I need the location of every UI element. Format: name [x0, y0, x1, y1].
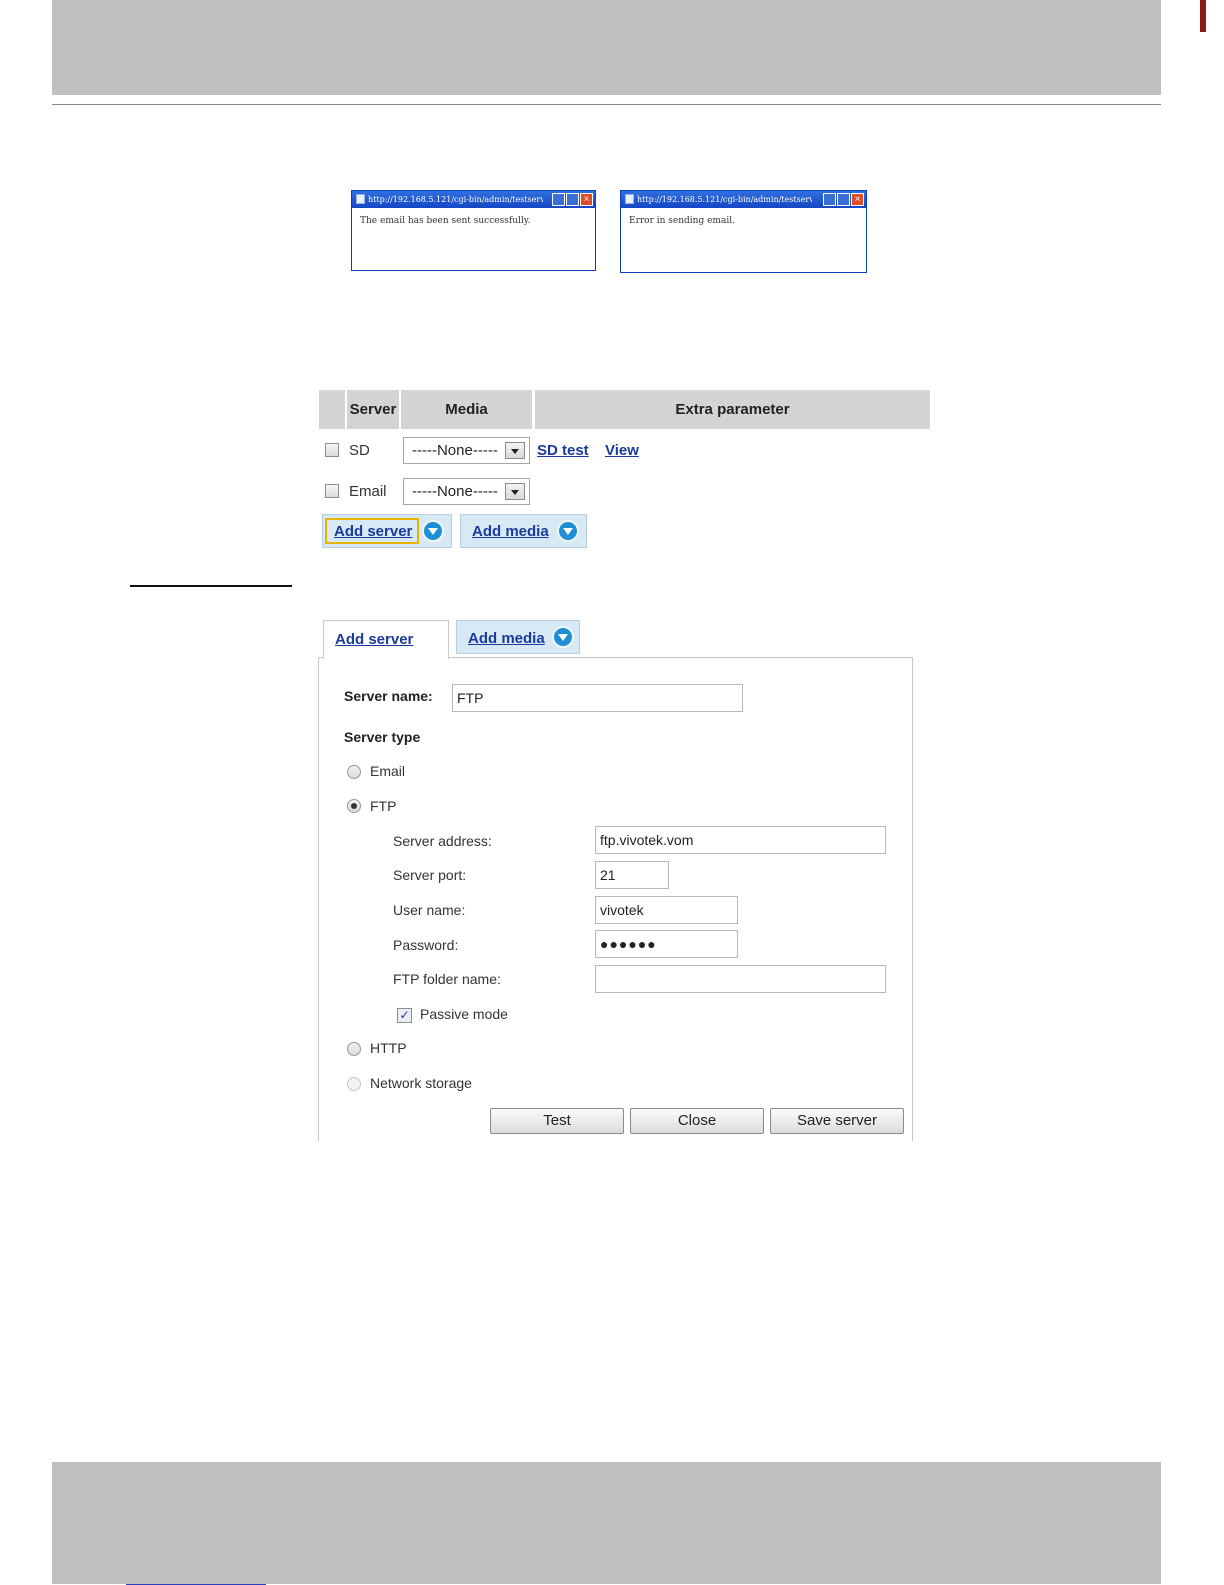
view-link[interactable]: View — [605, 442, 639, 459]
ftp-type-label: FTP — [370, 798, 397, 814]
expand-arrow-icon[interactable] — [552, 626, 574, 648]
passive-mode-label: Passive mode — [420, 1006, 508, 1022]
add-media-label[interactable]: Add media — [472, 523, 549, 540]
success-popup-window: http://192.168.5.121/cgi-bin/admin/tests… — [351, 190, 596, 271]
popup-message: The email has been sent successfully. — [360, 216, 531, 226]
minimize-icon[interactable] — [823, 193, 836, 206]
server-type-label: Server type — [344, 729, 421, 745]
error-popup-window: http://192.168.5.121/cgi-bin/admin/tests… — [620, 190, 867, 273]
maximize-icon[interactable] — [837, 193, 850, 206]
popup-message: Error in sending email. — [629, 216, 735, 226]
save-server-button[interactable]: Save server — [770, 1108, 904, 1134]
network-storage-radio[interactable] — [347, 1077, 361, 1091]
server-port-label: Server port: — [393, 867, 467, 883]
popup-title-bar[interactable]: http://192.168.5.121/cgi-bin/admin/tests… — [621, 191, 866, 208]
tab-add-server-label[interactable]: Add server — [335, 631, 413, 648]
user-name-label: User name: — [393, 902, 466, 918]
email-type-label: Email — [370, 763, 406, 779]
sd-checkbox[interactable] — [325, 443, 339, 457]
server-name-input[interactable]: FTP — [452, 684, 743, 712]
close-icon[interactable]: × — [580, 193, 593, 206]
table-header-blank — [319, 390, 345, 429]
server-address-input[interactable]: ftp.vivotek.vom — [595, 826, 886, 854]
add-media-button[interactable]: Add media — [460, 514, 587, 548]
http-radio[interactable] — [347, 1042, 361, 1056]
header-rule — [52, 104, 1161, 105]
tab-add-media-label[interactable]: Add media — [468, 630, 545, 647]
row-server-email: Email — [349, 483, 387, 500]
close-button[interactable]: Close — [630, 1108, 764, 1134]
server-port-input[interactable]: 21 — [595, 861, 669, 889]
email-media-select[interactable]: -----None----- — [403, 478, 530, 505]
password-label: Password: — [393, 937, 459, 953]
passive-mode-checkbox[interactable]: ✓ — [397, 1008, 412, 1023]
user-name-input[interactable]: vivotek — [595, 896, 738, 924]
minimize-icon[interactable] — [552, 193, 565, 206]
header-media: Media — [445, 401, 488, 418]
http-type-label: HTTP — [370, 1040, 407, 1056]
maximize-icon[interactable] — [566, 193, 579, 206]
popup-url: http://192.168.5.121/cgi-bin/admin/tests… — [368, 195, 543, 204]
server-address-label: Server address: — [393, 833, 492, 849]
expand-arrow-icon[interactable] — [557, 520, 579, 542]
popup-title-bar[interactable]: http://192.168.5.121/cgi-bin/admin/tests… — [352, 191, 595, 208]
server-name-label: Server name: — [344, 688, 433, 704]
select-value: -----None----- — [412, 442, 498, 459]
page-icon — [625, 194, 634, 204]
select-value: -----None----- — [412, 483, 498, 500]
expand-arrow-icon[interactable] — [422, 520, 444, 542]
header-band — [52, 0, 1161, 95]
tab-add-media[interactable]: Add media — [456, 620, 580, 654]
sd-media-select[interactable]: -----None----- — [403, 437, 530, 464]
email-checkbox[interactable] — [325, 484, 339, 498]
password-input[interactable]: ●●●●●● — [595, 930, 738, 958]
add-server-button[interactable]: Add server — [322, 514, 452, 548]
network-storage-label: Network storage — [370, 1075, 472, 1091]
header-extra-parameter: Extra parameter — [675, 401, 790, 418]
row-server-sd: SD — [349, 442, 370, 459]
ftp-radio[interactable] — [347, 799, 361, 813]
chevron-down-icon — [505, 442, 525, 459]
section-underline — [130, 585, 292, 587]
page-icon — [356, 194, 365, 204]
test-button[interactable]: Test — [490, 1108, 624, 1134]
sd-test-link[interactable]: SD test — [537, 442, 589, 459]
footer-band — [52, 1462, 1161, 1585]
popup-url: http://192.168.5.121/cgi-bin/admin/tests… — [637, 195, 812, 204]
add-server-label[interactable]: Add server — [334, 523, 412, 540]
ftp-folder-label: FTP folder name: — [393, 971, 501, 987]
page-edge-mark — [1200, 0, 1206, 32]
close-icon[interactable]: × — [851, 193, 864, 206]
email-radio[interactable] — [347, 765, 361, 779]
ftp-folder-input[interactable] — [595, 965, 886, 993]
header-server: Server — [349, 401, 397, 418]
chevron-down-icon — [505, 483, 525, 500]
tab-add-server[interactable]: Add server — [323, 620, 449, 659]
